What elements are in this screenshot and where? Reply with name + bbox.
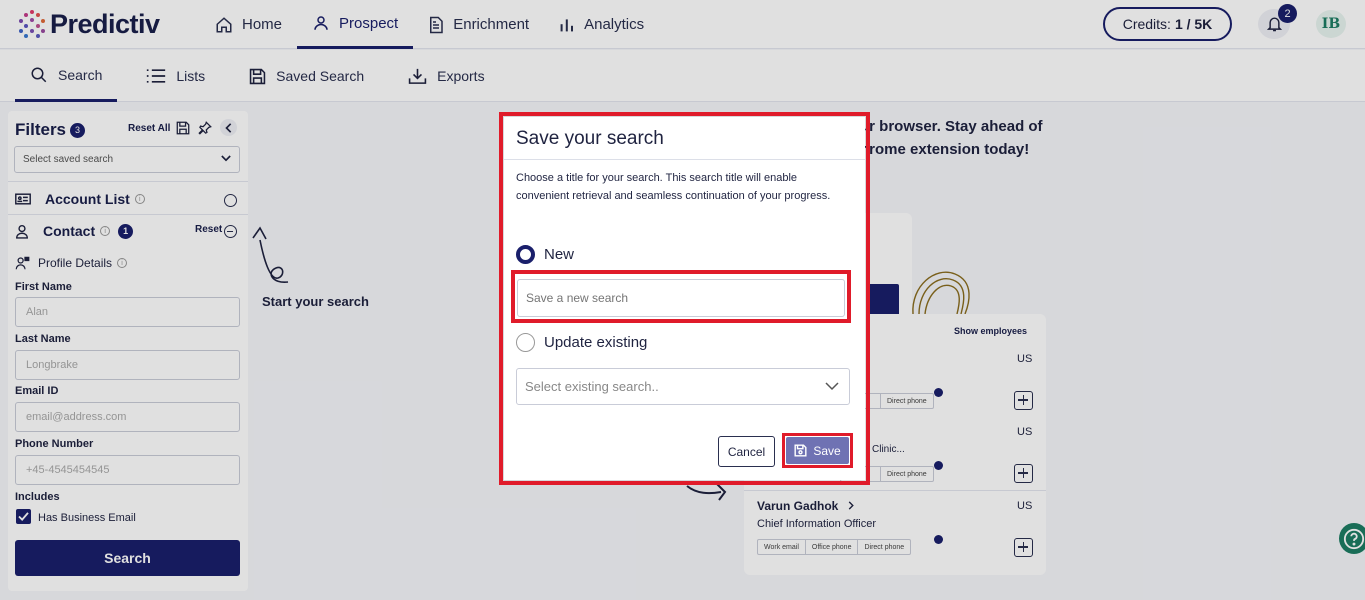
modal-title: Save your search: [516, 128, 664, 149]
radio-update-label[interactable]: Update existing: [544, 334, 647, 351]
chevron-down-icon: [825, 382, 839, 391]
save-icon: [794, 444, 807, 457]
divider: [504, 159, 865, 160]
radio-update-existing[interactable]: [516, 333, 535, 352]
save-button[interactable]: Save: [786, 437, 849, 464]
cancel-button[interactable]: Cancel: [718, 436, 775, 467]
modal-description: Choose a title for your search. This sea…: [516, 172, 831, 202]
radio-new-label[interactable]: New: [544, 246, 574, 263]
save-button-label: Save: [813, 443, 841, 458]
existing-search-placeholder: Select existing search..: [525, 379, 659, 394]
new-search-name-input[interactable]: [517, 279, 845, 317]
existing-search-select[interactable]: Select existing search..: [516, 368, 850, 405]
save-search-modal: Save your search Choose a title for your…: [504, 117, 865, 480]
radio-new[interactable]: [516, 245, 535, 264]
